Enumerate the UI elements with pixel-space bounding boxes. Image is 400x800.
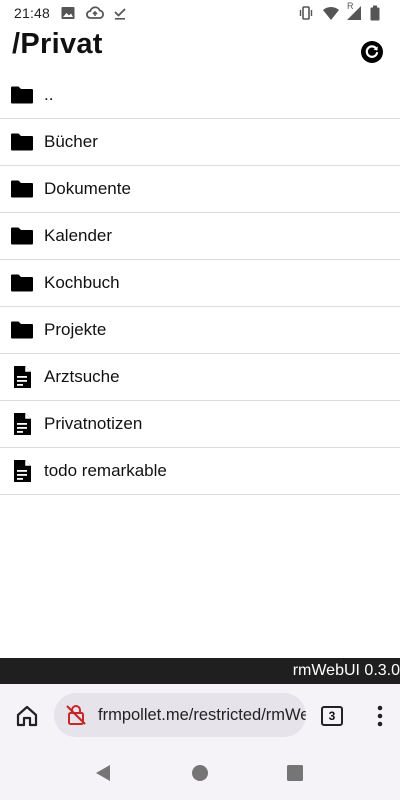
refresh-icon [361,41,383,63]
folder-icon [10,224,34,248]
item-label: .. [44,85,54,104]
folder-icon [10,271,34,295]
vibrate-icon [298,5,314,21]
document-icon [10,365,34,389]
url-bar[interactable]: frmpollet.me/restricted/rmWebUI [54,693,306,737]
download-done-icon [112,5,128,21]
file-list: .. Bücher Dokumente Kalender Kochbuch Pr… [0,72,400,495]
list-item-folder[interactable]: Kochbuch [0,260,400,307]
roaming-label: R [347,1,354,11]
image-icon [60,5,76,21]
folder-icon [10,130,34,154]
status-time: 21:48 [14,5,51,21]
recents-icon [287,765,303,781]
item-label: Arztsuche [44,367,120,386]
page-title: /Privat [12,28,103,60]
cloud-upload-icon [86,5,104,21]
status-right: R [298,1,386,21]
folder-icon [10,83,34,107]
item-label: todo remarkable [44,461,167,480]
nav-recents-button[interactable] [287,765,303,781]
list-item-folder[interactable]: Kalender [0,213,400,260]
item-label: Dokumente [44,179,131,198]
signal-roaming-icon: R [346,1,362,21]
tab-count: 3 [328,709,336,723]
list-item-document[interactable]: Privatnotizen [0,401,400,448]
url-text: frmpollet.me/restricted/rmWebUI [98,705,306,724]
home-circle-icon [192,765,208,781]
browser-menu-button[interactable] [370,703,390,729]
app-header: /Privat [0,26,400,72]
list-item-document[interactable]: Arztsuche [0,354,400,401]
folder-icon [10,318,34,342]
list-item-folder[interactable]: Bücher [0,119,400,166]
refresh-button[interactable] [360,40,384,64]
app-version: rmWebUI 0.3.0 [292,662,400,679]
wifi-icon [322,5,339,21]
list-item-folder[interactable]: Projekte [0,307,400,354]
footer-bar: rmWebUI 0.3.0 [0,658,400,684]
item-label: Privatnotizen [44,414,143,433]
item-label: Projekte [44,320,107,339]
list-item-folder[interactable]: Dokumente [0,166,400,213]
browser-home-button[interactable] [14,703,40,729]
list-item-parent[interactable]: .. [0,72,400,119]
nav-home-button[interactable] [191,764,209,782]
browser-toolbar: frmpollet.me/restricted/rmWebUI 3 [0,684,400,748]
system-nav-bar [0,748,400,800]
status-bar: 21:48 R [0,0,400,26]
nav-back-button[interactable] [94,764,112,782]
folder-icon [10,177,34,201]
status-left: 21:48 [14,5,128,21]
tabs-count-button[interactable]: 3 [321,706,343,726]
home-icon [16,705,38,727]
item-label: Bücher [44,132,98,151]
list-item-document[interactable]: todo remarkable [0,448,400,495]
document-icon [10,412,34,436]
back-icon [96,765,110,781]
item-label: Kalender [44,226,113,245]
not-secure-lock-icon[interactable] [64,703,88,727]
document-icon [10,459,34,483]
item-label: Kochbuch [44,273,120,292]
battery-icon [370,5,386,21]
more-vert-icon [377,705,383,727]
